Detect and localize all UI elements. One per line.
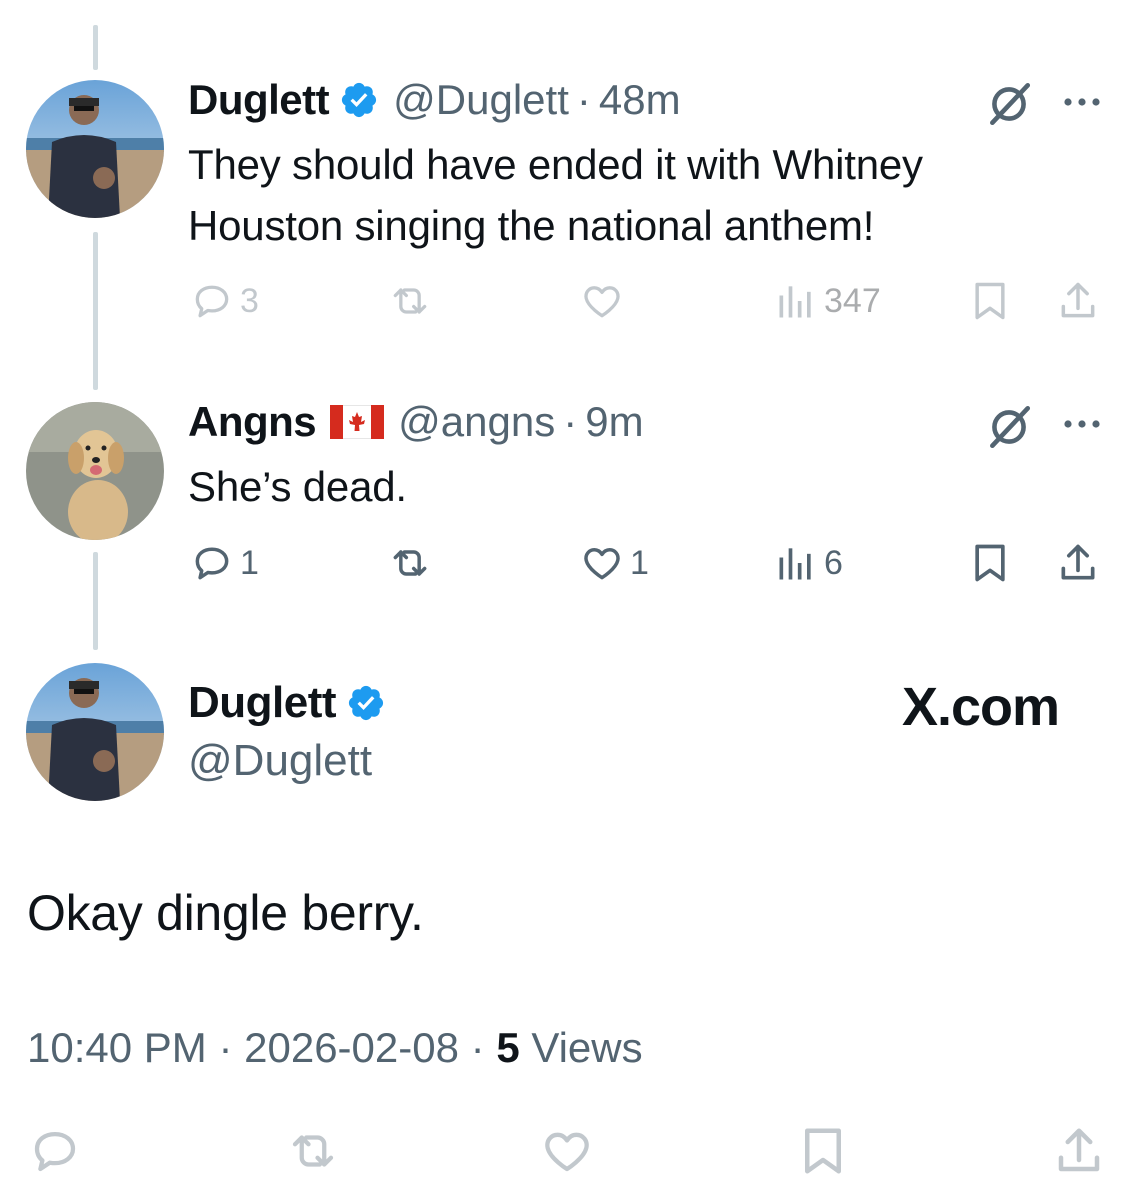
repost-icon [393,550,427,576]
reply-icon [195,547,229,580]
tweet-2-header: Angns @angns · 9m [188,398,644,446]
separator-dot: · [563,398,578,445]
avatar-angns[interactable] [26,402,164,540]
tweet-timestamp-time[interactable]: 10:40 PM [27,1024,207,1071]
main-author-row: Duglett [188,678,386,728]
share-icon [1061,544,1095,580]
repost-button[interactable] [286,1124,340,1178]
views-count: 5 [496,1024,520,1071]
more-options-icon[interactable] [1058,78,1106,126]
tweet-time[interactable]: 48m [599,76,681,124]
reply-button[interactable]: 1 [190,541,259,585]
grok-icon[interactable] [984,79,1034,129]
heart-icon [584,548,620,580]
repost-button[interactable] [388,279,432,323]
views-label: Views [531,1024,643,1071]
tweet-2-actions: 1 1 6 [0,541,1135,591]
verified-badge-icon [342,82,377,118]
separator-dot: · [218,1024,233,1071]
separator-dot: · [576,76,591,123]
bookmark-icon [975,282,1005,320]
tweet-metadata: 10:40 PM · 2026-02-08 · 5 Views [27,1024,643,1072]
tweet-time[interactable]: 9m [585,398,643,446]
share-icon [1058,1128,1100,1172]
reply-count: 1 [240,543,259,582]
heart-icon [545,1132,589,1172]
share-button[interactable] [1056,541,1100,585]
views-icon [779,286,811,318]
author-handle[interactable]: @angns [398,398,555,446]
views-count: 347 [824,281,881,320]
repost-button[interactable] [388,541,432,585]
bookmark-icon [975,544,1005,582]
views-button[interactable]: 347 [774,279,881,323]
views-count: 6 [824,543,843,582]
author-name[interactable]: Angns [188,398,317,446]
bookmark-icon [805,1128,841,1174]
main-tweet-text: Okay dingle berry. [27,885,424,941]
tweet-1-header: Duglett @Duglett · 48m [188,76,681,124]
views-button[interactable]: 6 [774,541,843,585]
tweet-1-text-line-1: They should have ended it with Whitney [188,141,923,188]
author-handle[interactable]: @Duglett [393,76,569,124]
like-button[interactable] [540,1124,594,1178]
avatar-duglett-main[interactable] [26,663,164,801]
xcom-watermark: X.com [902,677,1060,737]
repost-icon [292,1135,334,1167]
main-tweet-actions [0,1124,1135,1180]
tweet-timestamp-date[interactable]: 2026-02-08 [244,1024,459,1071]
like-count: 1 [630,543,649,582]
reply-button[interactable] [28,1124,82,1178]
verified-badge-icon [348,685,384,721]
reply-count: 3 [240,281,259,320]
reply-button[interactable]: 3 [190,279,259,323]
like-button[interactable] [580,279,624,323]
avatar-duglett[interactable] [26,80,164,218]
more-options-icon[interactable] [1058,400,1106,448]
tweet-1-text-line-2: Houston singing the national anthem! [188,202,875,249]
bookmark-button[interactable] [968,541,1012,585]
views-icon [779,548,811,580]
share-button[interactable] [1052,1124,1106,1178]
grok-icon[interactable] [984,402,1034,452]
share-button[interactable] [1056,279,1100,323]
thread-line-top [93,25,98,70]
repost-icon [393,288,427,314]
heart-icon [584,286,620,318]
tweet-1-text: They should have ended it with Whitney H… [188,134,923,256]
main-author-handle[interactable]: @Duglett [188,736,372,786]
tweet-2-text: She’s dead. [188,463,407,510]
share-icon [1061,282,1095,318]
main-author-name[interactable]: Duglett [188,678,337,728]
like-button[interactable]: 1 [580,541,649,585]
bookmark-button[interactable] [968,279,1012,323]
separator-dot: · [470,1024,485,1071]
bookmark-button[interactable] [796,1124,850,1178]
canada-flag-icon [330,405,385,439]
reply-icon [34,1131,76,1172]
reply-icon [195,285,229,318]
author-name[interactable]: Duglett [188,76,330,124]
tweet-1-actions: 3 347 [0,279,1135,329]
